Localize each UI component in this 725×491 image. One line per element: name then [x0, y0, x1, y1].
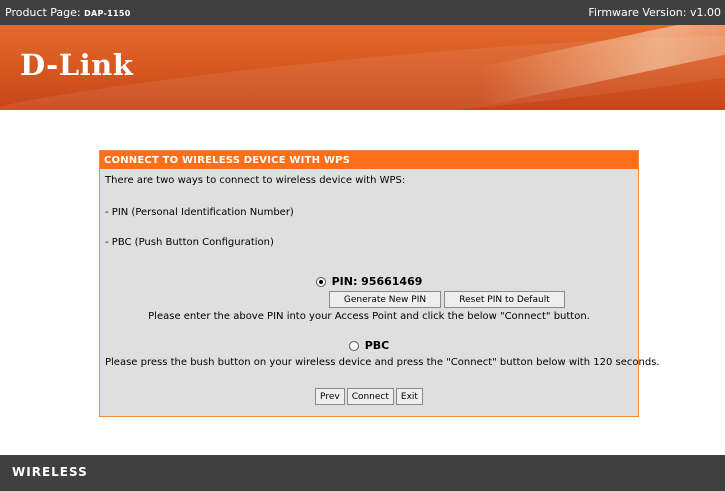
wps-intro-text: There are two ways to connect to wireles… — [105, 175, 406, 186]
brand-banner: D-Link — [0, 25, 725, 110]
pbc-radio-row: PBC — [100, 339, 638, 352]
dlink-logo: D-Link — [20, 48, 134, 82]
pbc-instruction: Please press the bush button on your wir… — [105, 357, 660, 368]
wizard-nav-buttons: Prev Connect Exit — [100, 388, 638, 405]
pin-option-description: - PIN (Personal Identification Number) — [105, 207, 294, 218]
footer-bar: WIRELESS — [0, 455, 725, 491]
product-label: Product Page: — [5, 6, 85, 19]
top-bar: Product Page: DAP-1150 Firmware Version:… — [0, 0, 725, 25]
generate-new-pin-button[interactable]: Generate New PIN — [329, 291, 441, 308]
reset-pin-button[interactable]: Reset PIN to Default — [444, 291, 565, 308]
pin-radio[interactable] — [315, 277, 326, 287]
pin-label: PIN: 95661469 — [331, 275, 423, 288]
pbc-label: PBC — [364, 339, 390, 352]
pbc-option-description: - PBC (Push Button Configuration) — [105, 237, 274, 248]
footer-wireless-label: WIRELESS — [12, 465, 88, 479]
prev-button[interactable]: Prev — [315, 388, 345, 405]
pin-radio-row: PIN: 95661469 — [100, 275, 638, 288]
wps-panel: CONNECT TO WIRELESS DEVICE WITH WPS Ther… — [99, 150, 660, 417]
product-model: DAP-1150 — [84, 9, 131, 18]
connect-button[interactable]: Connect — [346, 388, 394, 405]
pin-instruction: Please enter the above PIN into your Acc… — [148, 311, 590, 322]
wps-panel-title: CONNECT TO WIRELESS DEVICE WITH WPS — [100, 151, 638, 169]
pin-button-row: Generate New PIN Reset PIN to Default — [329, 291, 565, 308]
exit-button[interactable]: Exit — [395, 388, 423, 405]
product-page-info: Product Page: DAP-1150 — [5, 6, 131, 19]
pbc-radio[interactable] — [348, 341, 359, 351]
firmware-version: Firmware Version: v1.00 — [588, 6, 721, 19]
